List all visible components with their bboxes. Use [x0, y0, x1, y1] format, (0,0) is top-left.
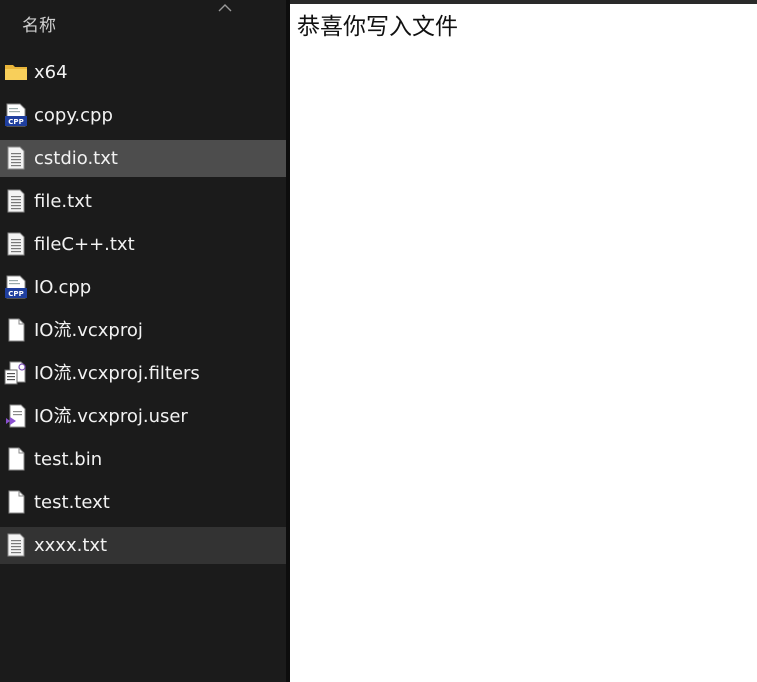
- file-name: test.text: [34, 492, 110, 513]
- file-item-cstdio-txt[interactable]: cstdio.txt: [0, 140, 286, 177]
- filters-file-icon: [4, 361, 26, 385]
- svg-text:CPP: CPP: [8, 290, 23, 298]
- file-item-xxxx-txt[interactable]: xxxx.txt: [0, 527, 286, 564]
- name-column-header[interactable]: 名称: [0, 0, 286, 52]
- file-item-io-vcxproj-user[interactable]: IO流.vcxproj.user: [0, 398, 286, 435]
- cpp-file-icon: CPP: [5, 275, 27, 299]
- text-file-icon: [7, 189, 25, 213]
- file-name: test.bin: [34, 449, 103, 470]
- file-name: IO流.vcxproj.user: [34, 406, 188, 427]
- file-name: IO流.vcxproj.filters: [34, 363, 200, 384]
- text-editor-pane[interactable]: 恭喜你写入文件: [290, 4, 757, 682]
- file-item-filecpp-txt[interactable]: fileC++.txt: [0, 226, 286, 263]
- text-file-icon: [7, 146, 25, 170]
- file-name: fileC++.txt: [34, 234, 135, 255]
- file-item-io-cpp[interactable]: CPP IO.cpp: [0, 269, 286, 306]
- file-item-io-vcxproj[interactable]: IO流.vcxproj: [0, 312, 286, 349]
- file-item-file-txt[interactable]: file.txt: [0, 183, 286, 220]
- blank-file-icon: [8, 318, 25, 342]
- svg-text:CPP: CPP: [8, 118, 23, 126]
- file-name: x64: [34, 62, 68, 83]
- file-item-x64[interactable]: x64: [0, 54, 286, 91]
- blank-file-icon: [8, 447, 25, 471]
- sort-ascending-icon[interactable]: [218, 3, 232, 13]
- folder-icon: [5, 65, 27, 80]
- file-name: xxxx.txt: [34, 535, 108, 556]
- text-file-icon: [7, 533, 25, 557]
- editor-text-content[interactable]: 恭喜你写入文件: [297, 14, 458, 40]
- text-file-icon: [7, 232, 25, 256]
- cpp-file-icon: CPP: [5, 103, 27, 127]
- blank-file-icon: [8, 490, 25, 514]
- file-explorer-pane: 名称 x64 CPP copy.cpp cstdio.txt file.txt …: [0, 0, 286, 682]
- vs-user-file-icon: [6, 404, 26, 428]
- file-item-test-bin[interactable]: test.bin: [0, 441, 286, 478]
- file-item-test-text[interactable]: test.text: [0, 484, 286, 521]
- file-name: IO.cpp: [34, 277, 92, 298]
- name-column-label: 名称: [22, 16, 56, 36]
- file-name: IO流.vcxproj: [34, 320, 143, 341]
- file-item-copy-cpp[interactable]: CPP copy.cpp: [0, 97, 286, 134]
- file-item-io-vcxproj-filters[interactable]: IO流.vcxproj.filters: [0, 355, 286, 392]
- file-name: cstdio.txt: [34, 148, 118, 169]
- file-name: copy.cpp: [34, 105, 113, 126]
- file-name: file.txt: [34, 191, 92, 212]
